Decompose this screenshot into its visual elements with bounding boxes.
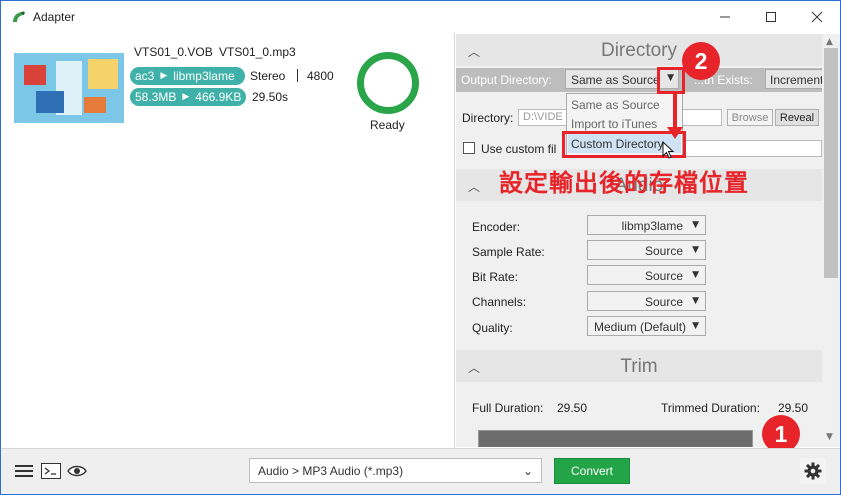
- dropdown-option-import-itunes[interactable]: Import to iTunes: [571, 117, 657, 131]
- custom-filename-label: Use custom fil: [481, 142, 557, 156]
- scroll-down-icon[interactable]: ▼: [826, 432, 833, 442]
- bit-rate-label: Bit Rate:: [472, 270, 519, 284]
- output-directory-value: Same as Source: [571, 73, 660, 87]
- directory-label: Directory:: [462, 111, 514, 125]
- minimize-icon: [720, 16, 730, 18]
- encoder-select[interactable]: libmp3lame ▼: [587, 215, 706, 235]
- quality-label: Quality:: [472, 321, 513, 335]
- scroll-thumb[interactable]: [824, 48, 838, 278]
- trim-timeline[interactable]: [478, 430, 753, 447]
- preset-value: Audio > MP3 Audio (*.mp3): [258, 464, 404, 478]
- encoder-value: libmp3lame: [621, 219, 683, 233]
- log-button[interactable]: [40, 461, 62, 481]
- settings-scrollbar[interactable]: ▲ ▼: [822, 34, 840, 447]
- quality-select[interactable]: Medium (Default) ▼: [587, 316, 706, 336]
- mouse-pointer-icon: [662, 141, 675, 159]
- if-exists-select[interactable]: Increment: [765, 69, 822, 89]
- close-button[interactable]: [794, 1, 840, 33]
- channels-value: Source: [644, 295, 683, 309]
- trim-section-header[interactable]: ︿ Trim: [456, 350, 822, 382]
- close-icon: [811, 11, 823, 23]
- directory-value: D:\VIDE: [523, 111, 563, 123]
- callout-arrow-line: [673, 93, 677, 131]
- dropdown-option-same-as-source[interactable]: Same as Source: [571, 98, 660, 112]
- output-directory-bar: Output Directory: Same as Source ▼ ...th…: [456, 68, 822, 92]
- chevron-down-icon: ▼: [689, 321, 699, 331]
- codec-pill: ac3 ▶ libmp3lame: [130, 67, 245, 85]
- trim-section-title: Trim: [620, 356, 658, 377]
- browse-button[interactable]: Browse: [727, 109, 773, 126]
- app-window: Adapter VTS01_0.VOB VTS01_0.mp3 ac3 ▶ li…: [0, 0, 841, 495]
- status-text: Ready: [370, 118, 405, 132]
- sample-rate-label: Sample Rate:: [472, 245, 545, 259]
- annotation-note: 設定輸出後的存檔位置: [499, 170, 749, 197]
- minimize-button[interactable]: [702, 1, 748, 33]
- codec-from: ac3: [135, 69, 155, 83]
- sample-rate-select[interactable]: Source ▼: [587, 240, 706, 260]
- settings-button[interactable]: [800, 458, 826, 484]
- trimmed-duration-label: Trimmed Duration:: [661, 401, 760, 415]
- meta-separator: [297, 69, 298, 82]
- size-pill: 58.3MB ▶ 466.9KB: [130, 88, 246, 106]
- convert-button[interactable]: Convert: [554, 458, 630, 484]
- output-filename: VTS01_0.mp3: [219, 45, 296, 59]
- scroll-up-icon[interactable]: ▲: [826, 37, 833, 47]
- panel-divider: [454, 33, 455, 448]
- step-badge-2: 2: [682, 42, 720, 80]
- play-arrow-icon: ▶: [182, 92, 190, 102]
- codec-to: libmp3lame: [173, 69, 235, 83]
- video-thumbnail: [14, 53, 124, 123]
- window-title: Adapter: [33, 10, 76, 24]
- quality-value: Medium (Default): [594, 320, 687, 334]
- sample-rate-text: 4800: [307, 69, 334, 83]
- maximize-button[interactable]: [748, 1, 794, 33]
- size-from: 58.3MB: [135, 90, 177, 104]
- channels-text: Stereo: [250, 69, 286, 83]
- title-bar: Adapter: [1, 1, 840, 33]
- menu-button[interactable]: [13, 461, 35, 481]
- bottom-toolbar: Audio > MP3 Audio (*.mp3) ⌄ Convert: [1, 448, 840, 494]
- directory-section-header[interactable]: ︿ Directory: [456, 34, 822, 66]
- duration-text: 29.50s: [252, 90, 289, 104]
- chevron-down-icon: ▼: [692, 245, 699, 255]
- chevron-down-icon: ▼: [692, 270, 699, 280]
- hamburger-icon: [15, 465, 33, 477]
- output-directory-label: Output Directory:: [461, 73, 552, 87]
- eye-icon: [67, 465, 87, 477]
- output-preset-select[interactable]: Audio > MP3 Audio (*.mp3) ⌄: [249, 458, 542, 483]
- adapter-logo-icon: [13, 11, 25, 22]
- chevron-down-icon: ⌄: [522, 464, 533, 478]
- channels-label: Channels:: [472, 295, 527, 309]
- bit-rate-select[interactable]: Source ▼: [587, 265, 706, 285]
- preview-button[interactable]: [66, 461, 88, 481]
- custom-filename-checkbox[interactable]: [463, 142, 475, 154]
- encoder-label: Encoder:: [472, 220, 521, 234]
- bit-rate-value: Source: [644, 269, 683, 283]
- source-filename: VTS01_0.VOB: [134, 45, 213, 59]
- ready-status-ring: [357, 52, 419, 114]
- channels-select[interactable]: Source ▼: [587, 291, 706, 311]
- chevron-down-icon: ▼: [692, 220, 699, 230]
- chevron-down-icon: ▼: [692, 296, 699, 306]
- sample-rate-value: Source: [644, 244, 683, 258]
- directory-section-title: Directory: [600, 40, 677, 61]
- callout-arrow-head: [667, 127, 683, 139]
- trimmed-duration-value: 29.50: [778, 401, 809, 415]
- size-to: 466.9KB: [195, 90, 242, 104]
- maximize-icon: [766, 12, 776, 22]
- gear-icon: [804, 462, 822, 480]
- play-arrow-icon: ▶: [160, 71, 168, 81]
- if-exists-value: Increment: [770, 73, 822, 87]
- full-duration-label: Full Duration:: [472, 401, 544, 415]
- reveal-button[interactable]: Reveal: [775, 109, 819, 126]
- terminal-icon: [41, 463, 61, 479]
- callout-box-dropdown: [657, 67, 685, 94]
- full-duration-value: 29.50: [557, 401, 588, 415]
